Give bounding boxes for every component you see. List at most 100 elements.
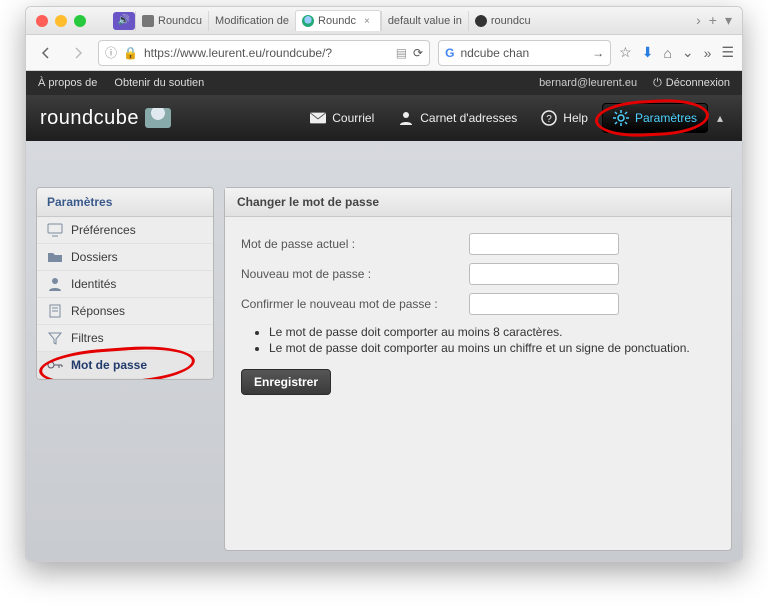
sidebar-item-responses[interactable]: Réponses: [37, 298, 213, 325]
search-bar[interactable]: G ndcube chan →: [438, 40, 611, 66]
app-header: roundcube Courriel Carnet d'adresses ? H…: [26, 95, 742, 141]
browser-tabstrip: 🔊 Roundcu Modification de Roundc× defaul…: [113, 10, 683, 31]
panel-body: Mot de passe actuel : Nouveau mot de pas…: [225, 217, 731, 415]
search-go-icon[interactable]: →: [592, 46, 604, 60]
sidebar-item-label: Dossiers: [71, 250, 118, 264]
nav-help[interactable]: ? Help: [531, 104, 598, 132]
sidebar-item-filters[interactable]: Filtres: [37, 325, 213, 352]
password-rules: Le mot de passe doit comporter au moins …: [269, 325, 715, 355]
pocket-icon[interactable]: ⌄: [682, 44, 694, 61]
home-icon[interactable]: ⌂: [663, 45, 671, 61]
menu-icon[interactable]: ☰: [721, 44, 734, 61]
tab-label: roundcu: [491, 15, 531, 27]
new-tab-icon[interactable]: +: [709, 12, 717, 29]
sidebar-item-preferences[interactable]: Préférences: [37, 217, 213, 244]
label-confirm-password: Confirmer le nouveau mot de passe :: [241, 297, 461, 311]
tabs-menu-icon[interactable]: ▾: [725, 12, 732, 29]
tab-close-icon[interactable]: ×: [364, 16, 370, 27]
extension-icon[interactable]: 🔊: [113, 12, 135, 30]
monitor-icon: [47, 223, 63, 237]
sidebar-item-identities[interactable]: Identités: [37, 271, 213, 298]
app-logo[interactable]: roundcube: [40, 107, 171, 130]
reload-icon[interactable]: ⟳: [413, 46, 423, 60]
tab-label: Roundcu: [158, 15, 202, 27]
row-confirm-password: Confirmer le nouveau mot de passe :: [241, 293, 715, 315]
sidebar-item-label: Réponses: [71, 304, 125, 318]
sidebar-item-password[interactable]: Mot de passe: [37, 352, 213, 379]
window-titlebar: 🔊 Roundcu Modification de Roundc× defaul…: [26, 7, 742, 35]
download-icon[interactable]: ⬇: [642, 44, 654, 61]
svg-text:?: ?: [547, 114, 553, 125]
overflow-icon[interactable]: »: [704, 45, 712, 61]
about-link[interactable]: À propos de: [38, 77, 97, 89]
power-icon: ⏻: [653, 77, 662, 90]
lock-icon: 🔒: [123, 46, 138, 60]
browser-tab[interactable]: Modification de: [208, 11, 295, 31]
nav-mail[interactable]: Courriel: [300, 104, 384, 132]
browser-tab[interactable]: Roundcu: [135, 11, 208, 31]
panel-title: Changer le mot de passe: [225, 188, 731, 217]
logout-label: Déconnexion: [666, 77, 730, 89]
search-engine-icon[interactable]: G: [445, 46, 454, 60]
header-nav: Courriel Carnet d'adresses ? Help Paramè…: [300, 103, 728, 133]
tabstrip-nav: › + ▾: [690, 12, 732, 29]
nav-help-label: Help: [563, 111, 588, 125]
back-button[interactable]: [34, 41, 58, 65]
search-text: ndcube chan: [460, 46, 586, 60]
label-new-password: Nouveau mot de passe :: [241, 267, 461, 281]
person-icon: [398, 110, 414, 126]
input-current-password[interactable]: [469, 233, 619, 255]
url-bar[interactable]: ⓘ 🔒 https://www.leurent.eu/roundcube/? ▤…: [98, 40, 430, 66]
logout-link[interactable]: ⏻ Déconnexion: [653, 77, 730, 90]
utility-right: bernard@leurent.eu ⏻ Déconnexion: [539, 77, 730, 90]
cube-icon: [145, 108, 171, 128]
row-new-password: Nouveau mot de passe :: [241, 263, 715, 285]
site-info-icon[interactable]: ⓘ: [105, 44, 117, 61]
sidebar-item-label: Identités: [71, 277, 116, 291]
reader-icon[interactable]: ▤: [396, 46, 407, 60]
gear-icon: [613, 110, 629, 126]
person-icon: [47, 277, 63, 291]
content-area: Paramètres Préférences Dossiers Identité…: [26, 141, 742, 561]
sidebar-item-label: Préférences: [71, 223, 136, 237]
favicon-icon: [475, 15, 487, 27]
password-rule: Le mot de passe doit comporter au moins …: [269, 341, 715, 355]
url-text: https://www.leurent.eu/roundcube/?: [144, 46, 390, 60]
support-link[interactable]: Obtenir du soutien: [114, 77, 204, 89]
window-close-icon[interactable]: [36, 15, 48, 27]
app-utility-bar: À propos de Obtenir du soutien bernard@l…: [26, 71, 742, 95]
filter-icon: [47, 331, 63, 345]
label-current-password: Mot de passe actuel :: [241, 237, 461, 251]
nav-settings[interactable]: Paramètres: [602, 103, 708, 133]
nav-mail-label: Courriel: [332, 111, 374, 125]
folder-icon: [47, 250, 63, 264]
help-icon: ?: [541, 110, 557, 126]
tab-label: Modification de: [215, 15, 289, 27]
tab-scroll-right-icon[interactable]: ›: [696, 12, 701, 29]
save-button[interactable]: Enregistrer: [241, 369, 331, 395]
document-icon: [47, 304, 63, 318]
sidebar-title: Paramètres: [37, 188, 213, 217]
utility-left: À propos de Obtenir du soutien: [38, 77, 218, 89]
window-zoom-icon[interactable]: [74, 15, 86, 27]
favicon-icon: [142, 15, 154, 27]
nav-settings-label: Paramètres: [635, 111, 697, 125]
bookmark-star-icon[interactable]: ☆: [619, 44, 632, 61]
header-menu-dropdown-icon[interactable]: ▴: [712, 111, 728, 125]
window-minimize-icon[interactable]: [55, 15, 67, 27]
browser-tab[interactable]: default value in: [381, 11, 468, 31]
forward-button: [66, 41, 90, 65]
browser-tab-active[interactable]: Roundc×: [295, 10, 381, 31]
input-new-password[interactable]: [469, 263, 619, 285]
toolbar-icons: ☆ ⬇ ⌂ ⌄ » ☰: [619, 44, 734, 61]
favicon-icon: [302, 15, 314, 27]
browser-tab[interactable]: roundcu: [468, 11, 537, 31]
mail-icon: [310, 110, 326, 126]
sidebar-item-label: Filtres: [71, 331, 104, 345]
current-user: bernard@leurent.eu: [539, 77, 637, 89]
nav-contacts[interactable]: Carnet d'adresses: [388, 104, 527, 132]
input-confirm-password[interactable]: [469, 293, 619, 315]
sidebar-item-folders[interactable]: Dossiers: [37, 244, 213, 271]
password-panel: Changer le mot de passe Mot de passe act…: [224, 187, 732, 551]
row-current-password: Mot de passe actuel :: [241, 233, 715, 255]
